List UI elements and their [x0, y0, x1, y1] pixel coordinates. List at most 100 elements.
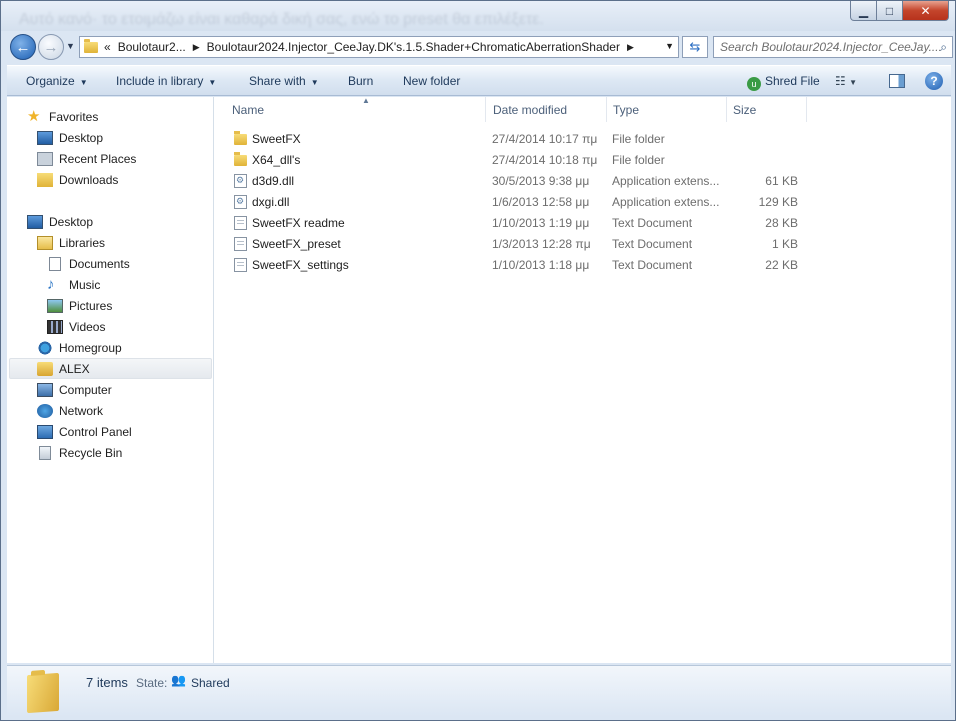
nav-libraries[interactable]: Libraries	[37, 232, 105, 253]
file-name[interactable]: SweetFX	[252, 132, 482, 146]
file-name[interactable]: dxgi.dll	[252, 195, 482, 209]
search-placeholder: Search Boulotaur2024.Injector_CeeJay....	[720, 40, 942, 54]
file-size: 129 KB	[758, 195, 798, 209]
file-date-modified: 27/4/2014 10:17 πμ	[492, 132, 598, 146]
breadcrumb-item[interactable]: Boulotaur2024.Injector_CeeJay.DK's.1.5.S…	[207, 40, 620, 54]
videos-icon	[47, 319, 63, 334]
breadcrumb-arrow-icon[interactable]: ▶	[193, 42, 200, 53]
nav-homegroup[interactable]: Homegroup	[37, 337, 122, 358]
file-date-modified: 27/4/2014 10:18 πμ	[492, 153, 598, 167]
nav-favorites[interactable]: ★ Favorites	[27, 106, 98, 127]
text-file-icon	[234, 258, 247, 272]
nav-desktop[interactable]: Desktop	[27, 211, 93, 232]
back-button[interactable]: ←	[10, 34, 36, 60]
shred-file-button[interactable]: u Shred File	[747, 74, 820, 91]
network-icon	[37, 403, 53, 418]
file-list: ▲ Name Date modified Type Size SweetFX 27/…	[214, 96, 951, 663]
title-bar[interactable]: Αυτό κανό· το ετοιμάζω είναι καθαρά δική…	[1, 1, 955, 31]
text-file-icon	[234, 216, 247, 230]
file-size: 22 KB	[765, 258, 798, 272]
file-row[interactable]: X64_dll's 27/4/2014 10:18 πμ File folder	[228, 149, 814, 170]
nav-desktop-favorite[interactable]: Desktop	[37, 127, 103, 148]
file-name[interactable]: SweetFX_settings	[252, 258, 482, 272]
user-folder-icon	[37, 361, 53, 376]
folder-icon	[84, 38, 98, 53]
file-name[interactable]: d3d9.dll	[252, 174, 482, 188]
pictures-icon	[47, 298, 63, 313]
file-row[interactable]: SweetFX_preset 1/3/2013 12:28 πμ Text Docu…	[228, 233, 814, 254]
file-row[interactable]: d3d9.dll 30/5/2013 9:38 μμ Application ext…	[228, 170, 814, 191]
file-row[interactable]: SweetFX readme 1/10/2013 1:19 μμ Text Docu…	[228, 212, 814, 233]
control-panel-icon	[37, 424, 53, 439]
folder-icon	[27, 672, 59, 714]
nav-network[interactable]: Network	[37, 400, 103, 421]
breadcrumb-overflow[interactable]: «	[104, 40, 111, 54]
search-icon[interactable]: ⌕	[940, 40, 947, 55]
downloads-icon	[37, 172, 53, 187]
file-type: File folder	[612, 153, 665, 167]
desktop-icon	[37, 130, 53, 145]
forward-button[interactable]: →	[38, 34, 64, 60]
recycle-bin-icon	[39, 445, 51, 460]
nav-recycle-bin[interactable]: Recycle Bin	[37, 442, 122, 463]
file-row[interactable]: SweetFX 27/4/2014 10:17 πμ File folder	[228, 128, 814, 149]
recent-pages-dropdown[interactable]: ▼	[66, 41, 75, 51]
share-with-button[interactable]: Share with ▼	[249, 74, 319, 88]
breadcrumb-item[interactable]: Boulotaur2...	[118, 40, 186, 54]
libraries-icon	[37, 235, 53, 250]
burn-button[interactable]: Burn	[348, 74, 373, 88]
file-date-modified: 30/5/2013 9:38 μμ	[492, 174, 590, 188]
nav-recent-places[interactable]: Recent Places	[37, 148, 136, 169]
change-view-icon[interactable]: ☷ ▼	[835, 74, 857, 88]
file-name[interactable]: SweetFX_preset	[252, 237, 482, 251]
maximize-button[interactable]: □	[877, 1, 903, 21]
file-date-modified: 1/10/2013 1:18 μμ	[492, 258, 590, 272]
recent-places-icon	[37, 151, 53, 166]
file-type: Text Document	[612, 237, 693, 251]
file-type: Application extens...	[612, 195, 720, 209]
chevron-down-icon: ▼	[310, 78, 319, 87]
file-type: File folder	[612, 132, 665, 146]
file-row[interactable]: dxgi.dll 1/6/2013 12:58 μμ Application ext…	[228, 191, 814, 212]
column-header-type[interactable]: Type	[607, 97, 727, 122]
shared-users-icon: 👥	[171, 673, 186, 687]
nav-pictures[interactable]: Pictures	[47, 295, 112, 316]
column-header-name[interactable]: ▲ Name	[226, 96, 486, 122]
organize-button[interactable]: Organize ▼	[26, 74, 88, 88]
file-size: 61 KB	[765, 174, 798, 188]
file-name[interactable]: X64_dll's	[252, 153, 482, 167]
nav-alex[interactable]: ALEX	[9, 358, 212, 379]
computer-icon	[37, 382, 53, 397]
nav-documents[interactable]: Documents	[47, 253, 130, 274]
new-folder-button[interactable]: New folder	[403, 74, 460, 88]
file-type: Text Document	[612, 258, 693, 272]
documents-icon	[49, 256, 61, 271]
window-controls: ▁ □ ✕	[850, 1, 949, 21]
address-dropdown-icon[interactable]: ▼	[665, 41, 674, 51]
homegroup-icon	[37, 340, 53, 355]
search-input[interactable]: Search Boulotaur2024.Injector_CeeJay....…	[713, 36, 953, 58]
minimize-button[interactable]: ▁	[850, 1, 877, 21]
file-date-modified: 1/6/2013 12:58 μμ	[492, 195, 590, 209]
help-icon[interactable]: ?	[925, 72, 943, 90]
address-bar[interactable]: « Boulotaur2... ▶ Boulotaur2024.Injector…	[79, 36, 679, 58]
column-header-size[interactable]: Size	[727, 97, 807, 122]
nav-downloads[interactable]: Downloads	[37, 169, 118, 190]
file-row[interactable]: SweetFX_settings 1/10/2013 1:18 μμ Text Do…	[228, 254, 814, 275]
nav-videos[interactable]: Videos	[47, 316, 105, 337]
include-in-library-button[interactable]: Include in library ▼	[116, 74, 216, 88]
nav-control-panel[interactable]: Control Panel	[37, 421, 132, 442]
nav-music[interactable]: ♪ Music	[47, 274, 100, 295]
column-header-date-modified[interactable]: Date modified	[487, 97, 607, 122]
preview-pane-icon[interactable]	[889, 74, 905, 88]
nav-computer[interactable]: Computer	[37, 379, 112, 400]
music-icon: ♪	[47, 275, 55, 293]
background-title-text: Αυτό κανό· το ετοιμάζω είναι καθαρά δική…	[19, 11, 544, 28]
explorer-window: Αυτό κανό· το ετοιμάζω είναι καθαρά δική…	[0, 0, 956, 721]
file-name[interactable]: SweetFX readme	[252, 216, 482, 230]
sort-ascending-icon: ▲	[362, 96, 370, 105]
dll-file-icon	[234, 195, 247, 209]
close-button[interactable]: ✕	[903, 1, 949, 21]
breadcrumb-arrow-icon[interactable]: ▶	[627, 42, 634, 53]
refresh-button[interactable]: ⇆	[682, 36, 708, 58]
